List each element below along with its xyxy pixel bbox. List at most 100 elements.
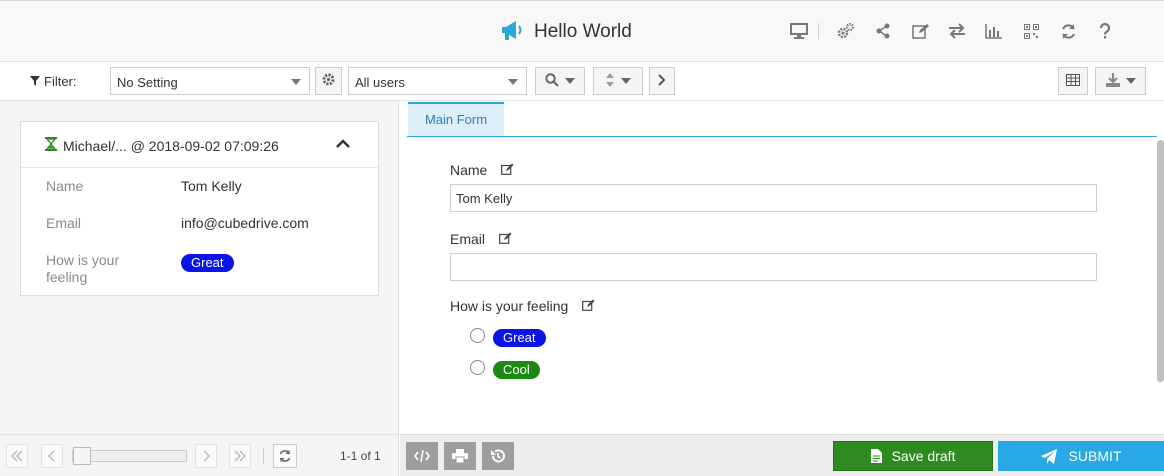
- double-chevron-right-icon: [234, 450, 246, 462]
- form-action-bar: Save draft SUBMIT: [400, 434, 1164, 476]
- radio-button[interactable]: [470, 327, 485, 343]
- refresh-button[interactable]: [273, 444, 297, 468]
- gears-icon[interactable]: [836, 21, 856, 41]
- record-card-header[interactable]: Michael/... @ 2018-09-02 07:09:26: [21, 122, 378, 168]
- page-title: Hello World: [534, 20, 632, 42]
- code-icon: [414, 449, 430, 463]
- paper-plane-icon: [1040, 448, 1057, 464]
- refresh-icon[interactable]: [1058, 21, 1078, 41]
- code-button[interactable]: [406, 442, 438, 470]
- option-badge-great[interactable]: Great: [493, 329, 546, 347]
- submit-label: SUBMIT: [1068, 448, 1122, 464]
- hourglass-icon: [45, 137, 57, 154]
- feeling-field-label: How is your feeling: [450, 298, 595, 314]
- feeling-label-text: How is your feeling: [450, 298, 569, 314]
- history-icon: [491, 449, 505, 463]
- record-field-value: Tom Kelly: [181, 178, 242, 194]
- bar-chart-icon[interactable]: [984, 21, 1004, 41]
- record-field-value: Great: [181, 254, 234, 272]
- share-icon[interactable]: [873, 21, 893, 41]
- search-dropdown-button[interactable]: [535, 67, 585, 95]
- edit-icon[interactable]: [501, 162, 514, 178]
- users-select-value: All users: [355, 75, 405, 90]
- record-field-label: Email: [46, 215, 82, 231]
- table-icon: [1066, 73, 1080, 89]
- file-icon: [870, 449, 882, 463]
- record-card[interactable]: Michael/... @ 2018-09-02 07:09:26 Name T…: [20, 121, 379, 296]
- prev-page-button[interactable]: [41, 444, 63, 468]
- sort-dropdown-button[interactable]: [593, 67, 643, 95]
- chevron-down-icon: [291, 79, 301, 85]
- name-field-label: Name: [450, 162, 514, 178]
- pagination-status: 1-1 of 1: [340, 449, 381, 463]
- name-label-text: Name: [450, 162, 488, 178]
- filter-bar: Filter: No Setting All users: [0, 62, 1164, 101]
- chevron-right-icon: [203, 450, 210, 462]
- sort-icon: [605, 72, 615, 90]
- first-page-button[interactable]: [6, 444, 28, 468]
- chevron-down-icon: [508, 79, 518, 85]
- radio-button[interactable]: [470, 359, 485, 375]
- users-select[interactable]: All users: [348, 67, 527, 95]
- chevron-down-icon: [565, 78, 575, 84]
- feeling-badge: Great: [181, 254, 234, 272]
- next-page-button[interactable]: [195, 444, 217, 468]
- filter-label: Filter:: [44, 74, 77, 89]
- gear-icon: [322, 73, 335, 89]
- record-field-value: info@cubedrive.com: [181, 215, 309, 231]
- print-button[interactable]: [444, 442, 476, 470]
- submit-button[interactable]: SUBMIT: [998, 441, 1164, 471]
- pagination-divider: [263, 448, 264, 464]
- exchange-icon[interactable]: [947, 21, 967, 41]
- next-button[interactable]: [649, 67, 675, 95]
- filter-label-wrap: Filter:: [30, 74, 77, 89]
- form-tabs: Main Form: [407, 101, 1157, 137]
- download-icon: [1105, 72, 1120, 90]
- download-dropdown-button[interactable]: [1095, 67, 1146, 95]
- setting-select-value: No Setting: [117, 75, 178, 90]
- edit-icon[interactable]: [582, 298, 595, 314]
- megaphone-icon: [500, 19, 524, 44]
- name-input[interactable]: [450, 184, 1097, 212]
- email-input[interactable]: [450, 253, 1097, 281]
- pagination-bar: 1-1 of 1: [0, 434, 399, 476]
- question-icon[interactable]: [1095, 21, 1115, 41]
- option-badge-cool[interactable]: Cool: [493, 361, 540, 379]
- app-title: Hello World: [500, 19, 632, 44]
- email-label-text: Email: [450, 231, 486, 247]
- record-card-title: Michael/... @ 2018-09-02 07:09:26: [45, 137, 279, 154]
- chevron-down-icon: [1125, 78, 1136, 84]
- record-list-panel: Michael/... @ 2018-09-02 07:09:26 Name T…: [0, 101, 399, 434]
- main-form: Name Email How is your feeling Great Coo…: [400, 137, 1157, 434]
- form-scrollbar[interactable]: [1157, 140, 1164, 382]
- chevron-left-icon: [48, 450, 55, 462]
- edit-icon[interactable]: [910, 21, 930, 41]
- search-icon: [545, 72, 559, 90]
- double-chevron-left-icon: [11, 450, 23, 462]
- monitor-icon[interactable]: [789, 21, 809, 41]
- funnel-icon: [30, 74, 40, 89]
- grid-view-button[interactable]: [1058, 67, 1088, 95]
- chevron-up-icon[interactable]: [336, 137, 350, 152]
- feeling-option[interactable]: Great: [470, 327, 546, 347]
- edit-icon[interactable]: [499, 231, 512, 247]
- header-toolbar: [789, 21, 1132, 41]
- feeling-option[interactable]: Cool: [470, 359, 540, 379]
- page-slider-handle[interactable]: [73, 447, 91, 465]
- app-header: Hello World: [0, 0, 1164, 62]
- record-field-label: How is your feeling: [46, 252, 120, 285]
- email-field-label: Email: [450, 231, 512, 247]
- last-page-button[interactable]: [229, 444, 251, 468]
- record-card-header-text: Michael/... @ 2018-09-02 07:09:26: [63, 137, 279, 154]
- qrcode-icon[interactable]: [1021, 21, 1041, 41]
- refresh-icon: [279, 449, 291, 463]
- tab-main-form[interactable]: Main Form: [408, 102, 504, 136]
- history-button[interactable]: [482, 442, 514, 470]
- record-field-label: Name: [46, 178, 84, 194]
- setting-gear-button[interactable]: [315, 67, 342, 95]
- save-draft-button[interactable]: Save draft: [833, 441, 993, 471]
- setting-select[interactable]: No Setting: [110, 67, 310, 95]
- toolbar-divider: [818, 23, 819, 39]
- chevron-down-icon: [621, 78, 631, 84]
- save-draft-label: Save draft: [891, 448, 956, 464]
